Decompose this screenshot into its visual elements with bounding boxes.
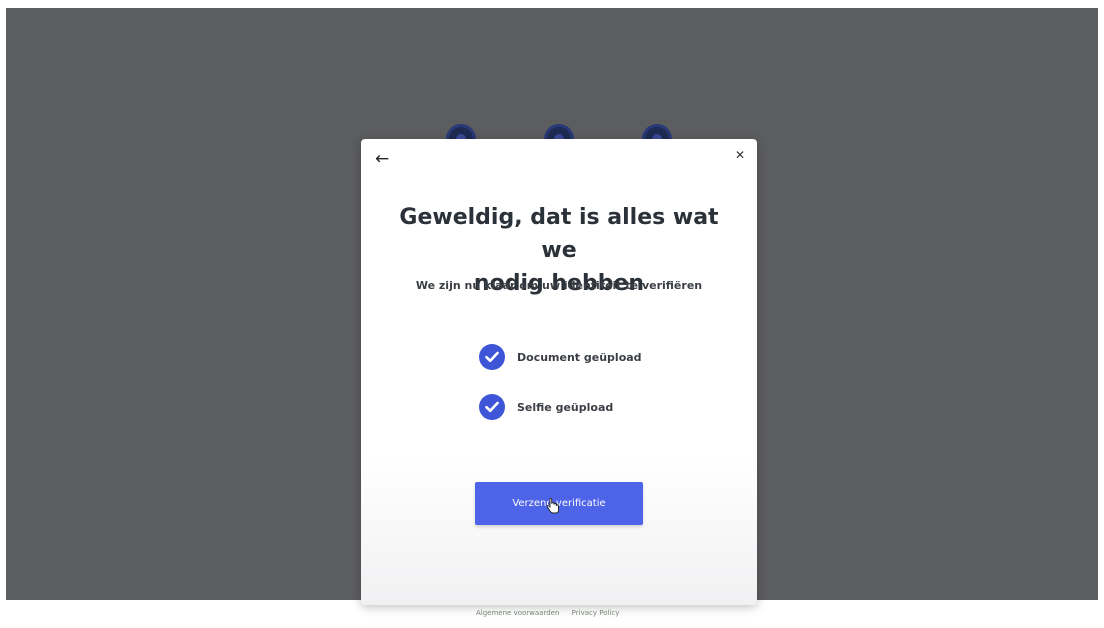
checklist-item-label: Document geüpload <box>517 350 642 364</box>
footer-links: Algemene voorwaarden Privacy Policy <box>476 609 629 617</box>
check-circle-icon <box>479 394 505 420</box>
verification-modal: ← ✕ Geweldig, dat is alles wat we nodig … <box>361 139 757 605</box>
modal-subtitle: We zijn nu klaar om uw identiteit te ver… <box>415 279 703 292</box>
checklist-item-document: Document geüpload <box>479 342 642 372</box>
terms-link[interactable]: Algemene voorwaarden <box>476 609 559 617</box>
privacy-link[interactable]: Privacy Policy <box>572 609 620 617</box>
checklist-item-selfie: Selfie geüpload <box>479 392 642 422</box>
title-line-1: Geweldig, dat is alles wat we <box>399 205 719 263</box>
close-button[interactable]: ✕ <box>735 149 745 161</box>
checklist: Document geüpload Selfie geüpload <box>479 342 642 442</box>
check-circle-icon <box>479 344 505 370</box>
hand-cursor-icon <box>546 497 560 518</box>
arrow-left-icon: ← <box>375 149 390 169</box>
close-icon: ✕ <box>734 148 745 162</box>
checklist-item-label: Selfie geüpload <box>517 400 614 414</box>
back-button[interactable]: ← <box>375 151 389 168</box>
